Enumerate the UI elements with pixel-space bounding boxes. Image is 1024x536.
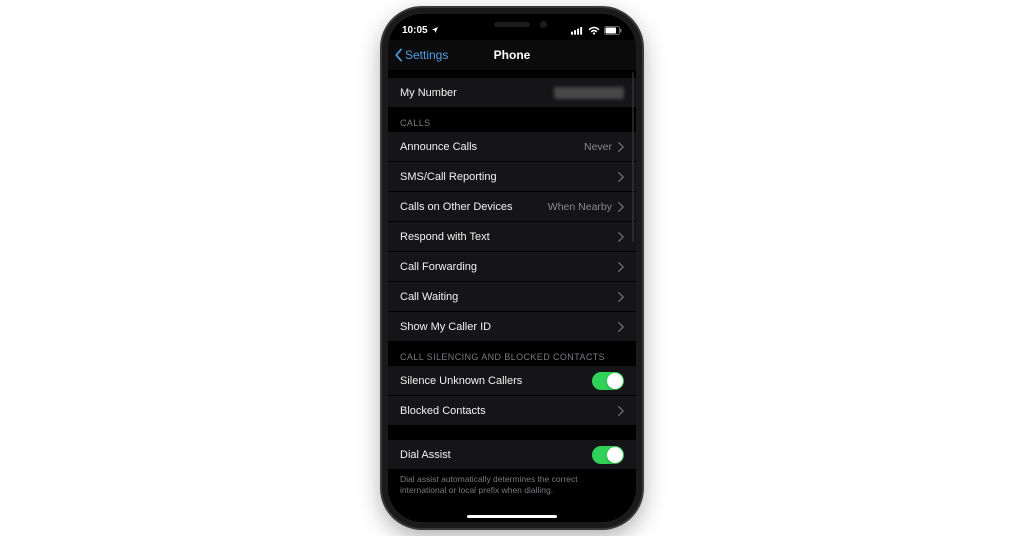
section-header-silencing: CALL SILENCING AND BLOCKED CONTACTS	[388, 342, 636, 366]
toggle-silence-unknown[interactable]	[592, 372, 624, 390]
row-sms-call-reporting[interactable]: SMS/Call Reporting	[388, 162, 636, 192]
chevron-right-icon	[618, 202, 624, 212]
chevron-right-icon	[618, 322, 624, 332]
scroll-indicator	[632, 72, 634, 242]
my-number-label: My Number	[400, 87, 457, 99]
phone-frame: 10:05	[382, 8, 642, 528]
chevron-right-icon	[618, 292, 624, 302]
home-indicator[interactable]	[467, 515, 557, 519]
row-respond-with-text[interactable]: Respond with Text	[388, 222, 636, 252]
settings-content[interactable]: My Number CALLS Announce Calls Never SMS…	[388, 70, 636, 522]
page-title: Phone	[494, 48, 531, 62]
my-number-value-redacted	[554, 87, 624, 99]
row-announce-calls[interactable]: Announce Calls Never	[388, 132, 636, 162]
nav-bar: Settings Phone	[388, 40, 636, 70]
wifi-icon	[588, 26, 600, 35]
row-dial-assist: Dial Assist	[388, 440, 636, 470]
chevron-right-icon	[618, 262, 624, 272]
back-button[interactable]: Settings	[394, 40, 448, 70]
chevron-right-icon	[618, 142, 624, 152]
chevron-right-icon	[618, 232, 624, 242]
section-header-calls: CALLS	[388, 108, 636, 132]
chevron-right-icon	[618, 172, 624, 182]
row-blocked-contacts[interactable]: Blocked Contacts	[388, 396, 636, 426]
row-show-caller-id[interactable]: Show My Caller ID	[388, 312, 636, 342]
row-silence-unknown-callers: Silence Unknown Callers	[388, 366, 636, 396]
row-my-number[interactable]: My Number	[388, 78, 636, 108]
row-call-forwarding[interactable]: Call Forwarding	[388, 252, 636, 282]
battery-icon	[604, 26, 622, 35]
location-icon	[431, 26, 439, 34]
row-call-waiting[interactable]: Call Waiting	[388, 282, 636, 312]
back-label: Settings	[405, 48, 448, 62]
status-time: 10:05	[402, 25, 428, 36]
chevron-right-icon	[618, 406, 624, 416]
row-calls-other-devices[interactable]: Calls on Other Devices When Nearby	[388, 192, 636, 222]
notch	[452, 14, 572, 36]
cellular-signal-icon	[571, 26, 584, 35]
toggle-dial-assist[interactable]	[592, 446, 624, 464]
footer-dial-assist: Dial assist automatically determines the…	[388, 470, 636, 504]
